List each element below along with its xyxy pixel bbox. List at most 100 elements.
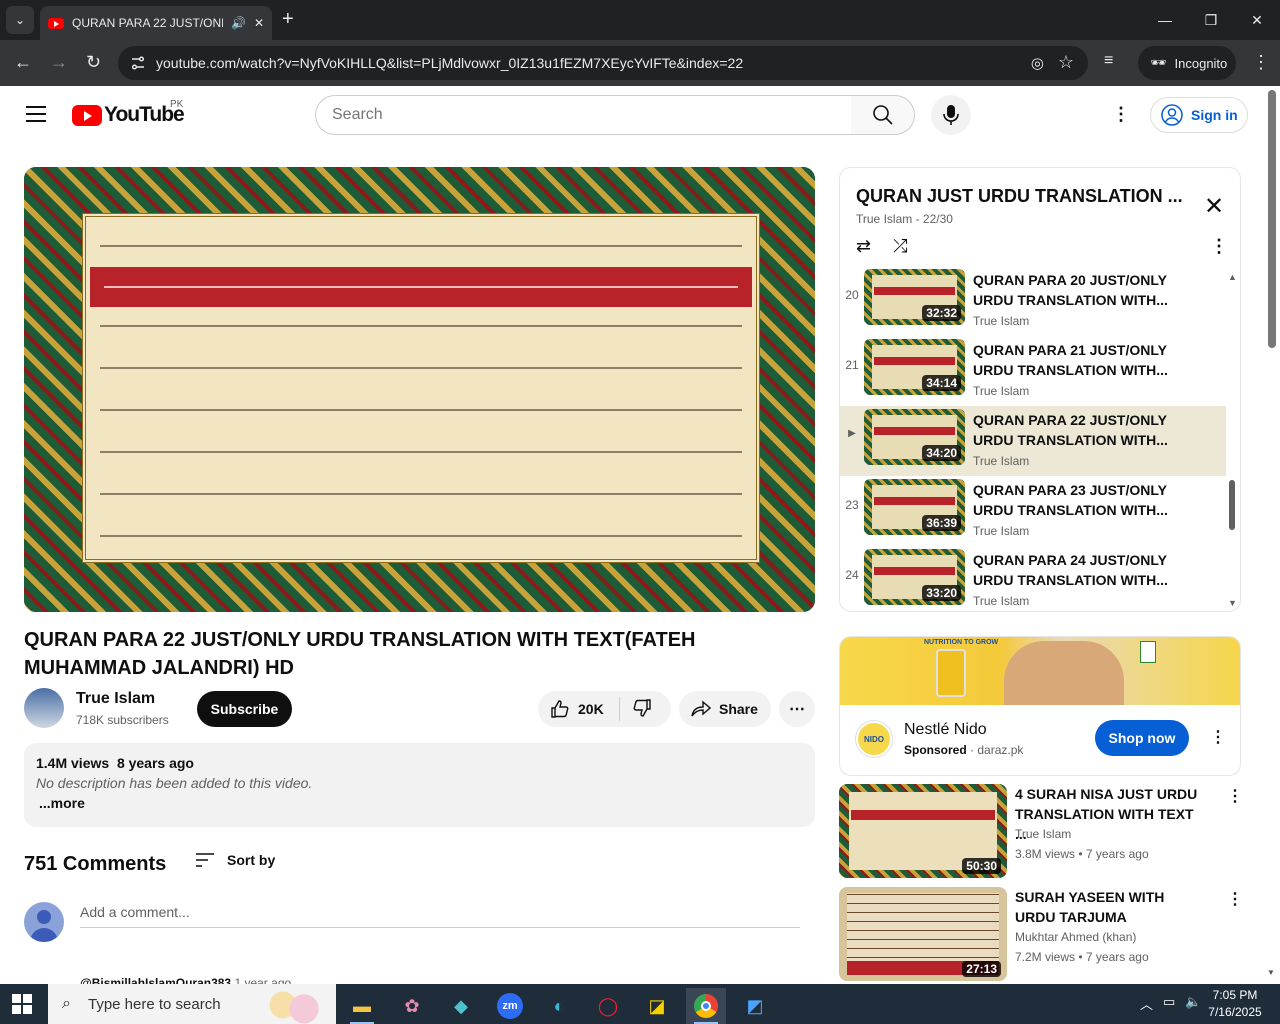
reload-button[interactable]: ↻ [86, 52, 101, 73]
playlist-item-title[interactable]: QURAN PARA 20 JUST/ONLY URDU TRANSLATION… [973, 270, 1183, 310]
settings-kebab-icon[interactable]: ⋮ [1112, 104, 1130, 125]
audio-playing-icon[interactable]: 🔊 [231, 16, 246, 30]
subscribe-button[interactable]: Subscribe [197, 691, 292, 727]
recommended-thumbnail[interactable]: 27:13 [839, 887, 1007, 981]
video-player[interactable] [24, 167, 815, 612]
playlist-item-thumbnail[interactable]: 34:14 [864, 339, 965, 395]
playlist-item-title[interactable]: QURAN PARA 24 JUST/ONLY URDU TRANSLATION… [973, 550, 1183, 590]
playlist-scrollbar[interactable] [1229, 480, 1235, 530]
dislike-button[interactable] [620, 698, 652, 721]
playlist-item[interactable]: 23 36:39 QURAN PARA 23 JUST/ONLY URDU TR… [840, 476, 1226, 546]
description-box[interactable]: 1.4M views 8 years ago No description ha… [24, 743, 815, 827]
new-tab-button[interactable]: + [282, 8, 294, 31]
playlist-item-channel: True Islam [973, 454, 1030, 468]
show-more-link[interactable]: ...more [36, 795, 803, 811]
edge-browser-icon[interactable]: ◐ [539, 988, 579, 1024]
advertiser-logo[interactable]: NIDO [856, 721, 892, 757]
share-button[interactable]: Share [679, 691, 771, 727]
playlist-item[interactable]: 24 33:20 QURAN PARA 24 JUST/ONLY URDU TR… [840, 546, 1226, 611]
search-highlight-image [262, 986, 332, 1024]
bookmark-star-icon[interactable]: ☆ [1058, 52, 1074, 73]
playlist-item-thumbnail[interactable]: 32:32 [864, 269, 965, 325]
tab-close-icon[interactable]: ✕ [254, 16, 264, 30]
site-settings-icon[interactable] [130, 55, 146, 71]
recommended-channel[interactable]: True Islam [1015, 827, 1071, 841]
recommended-age: 7 years ago [1085, 950, 1149, 964]
shuffle-icon[interactable]: ⤮ [893, 236, 907, 257]
shop-now-button[interactable]: Shop now [1095, 720, 1189, 756]
reading-list-icon[interactable]: ≡ [1104, 52, 1113, 70]
voice-search-button[interactable] [931, 95, 971, 135]
youtube-logo[interactable]: YouTube PK [72, 99, 185, 127]
playlist-item-title[interactable]: QURAN PARA 23 JUST/ONLY URDU TRANSLATION… [973, 480, 1183, 520]
clock-time: 7:05 PM [1212, 988, 1258, 1002]
minimize-button[interactable]: — [1142, 0, 1188, 40]
channel-name[interactable]: True Islam [76, 690, 155, 708]
sign-in-label: Sign in [1191, 107, 1238, 123]
playlist-scroll-up-icon[interactable]: ▲ [1228, 272, 1237, 282]
back-button[interactable]: ← [14, 52, 32, 73]
sponsored-ad[interactable]: NUTRITION TO GROW NIDO Nestlé Nido Spons… [839, 636, 1241, 776]
ad-banner[interactable]: NUTRITION TO GROW [840, 637, 1240, 705]
more-actions-button[interactable]: ⋯ [779, 691, 815, 727]
photos-app-icon[interactable]: ◩ [735, 988, 775, 1024]
page-scrollbar[interactable] [1268, 90, 1276, 348]
add-comment-input[interactable]: Add a comment... [80, 904, 800, 928]
page-scroll-down-icon[interactable]: ▼ [1267, 968, 1275, 977]
recommended-menu-icon[interactable]: ⋮ [1227, 889, 1243, 909]
restore-button[interactable]: ❐ [1188, 0, 1234, 40]
omnibox[interactable]: youtube.com/watch?v=NyfVoKIHLLQ&list=PLj… [118, 46, 1088, 80]
playlist-menu-icon[interactable]: ⋮ [1210, 236, 1228, 257]
opera-browser-icon[interactable]: ◯ [588, 988, 628, 1024]
windows-start-icon[interactable] [12, 994, 32, 1014]
loop-icon[interactable]: ⇄ [856, 236, 871, 257]
chrome-menu-icon[interactable]: ⋮ [1252, 52, 1270, 73]
playlist-item[interactable]: 21 34:14 QURAN PARA 21 JUST/ONLY URDU TR… [840, 336, 1226, 406]
network-icon[interactable]: ▭ [1163, 994, 1175, 1013]
forward-button[interactable]: → [50, 52, 68, 73]
recommended-channel[interactable]: Mukhtar Ahmed (khan) [1015, 930, 1136, 944]
recommended-title[interactable]: SURAH YASEEN WITH URDU TARJUMA [1015, 887, 1205, 927]
hamburger-menu-icon[interactable] [26, 106, 46, 122]
playlist-item-thumbnail[interactable]: 34:20 [864, 409, 965, 465]
zoom-app-icon[interactable]: zm [490, 988, 530, 1024]
like-button[interactable]: 20K [538, 697, 620, 721]
tab-search-button[interactable]: ⌄ [6, 6, 34, 34]
recommended-menu-icon[interactable]: ⋮ [1227, 786, 1243, 806]
paint-app-icon[interactable]: ✿ [392, 988, 432, 1024]
playlist-item-title[interactable]: QURAN PARA 21 JUST/ONLY URDU TRANSLATION… [973, 340, 1183, 380]
sign-in-button[interactable]: Sign in [1150, 97, 1248, 133]
recommended-video[interactable]: 27:13 SURAH YASEEN WITH URDU TARJUMA Muk… [839, 887, 1243, 983]
browser-tab-active[interactable]: QURAN PARA 22 JUST/ONL 🔊 ✕ [40, 6, 272, 40]
view-count: 1.4M views [36, 755, 110, 771]
incognito-indicator[interactable]: 🕶 Incognito [1138, 46, 1236, 80]
duration-badge: 36:39 [922, 515, 961, 531]
channel-avatar[interactable] [24, 688, 64, 728]
playlist-item-thumbnail[interactable]: 36:39 [864, 479, 965, 535]
playlist-scroll-down-icon[interactable]: ▼ [1228, 598, 1237, 608]
playlist-item-title[interactable]: QURAN PARA 22 JUST/ONLY URDU TRANSLATION… [973, 410, 1183, 450]
taskbar-search-box[interactable]: ⌕ Type here to search [48, 984, 336, 1024]
app-diamond-icon[interactable]: ◆ [441, 988, 481, 1024]
recommended-thumbnail[interactable]: 50:30 [839, 784, 1007, 878]
close-playlist-icon[interactable]: ✕ [1204, 192, 1224, 221]
upload-age: 8 years ago [116, 755, 194, 771]
ad-menu-icon[interactable]: ⋮ [1210, 727, 1226, 747]
tracking-protection-icon[interactable]: ◎ [1031, 54, 1044, 72]
playlist-item-current[interactable]: ▶ 34:20 QURAN PARA 22 JUST/ONLY URDU TRA… [840, 406, 1226, 476]
system-clock[interactable]: 7:05 PM 7/16/2025 [1200, 987, 1270, 1021]
show-hidden-icons[interactable]: ︿ [1140, 994, 1153, 1013]
advertiser-name[interactable]: Nestlé Nido [904, 721, 987, 739]
taskbar-search-placeholder: Type here to search [88, 995, 221, 1013]
recommended-video[interactable]: 50:30 4 SURAH NISA JUST URDU TRANSLATION… [839, 784, 1243, 880]
file-explorer-icon[interactable]: ▬ [342, 988, 382, 1024]
chrome-browser-icon[interactable] [686, 988, 726, 1024]
close-window-button[interactable]: ✕ [1234, 0, 1280, 40]
playlist-item[interactable]: 20 32:32 QURAN PARA 20 JUST/ONLY URDU TR… [840, 266, 1226, 336]
search-button[interactable] [851, 95, 915, 135]
playlist-title[interactable]: QURAN JUST URDU TRANSLATION ... [856, 186, 1186, 207]
playlist-item-thumbnail[interactable]: 33:20 [864, 549, 965, 605]
search-input[interactable]: Search [315, 95, 852, 135]
sticky-notes-icon[interactable]: ◪ [637, 988, 677, 1024]
sort-comments-button[interactable]: Sort by [195, 852, 275, 868]
